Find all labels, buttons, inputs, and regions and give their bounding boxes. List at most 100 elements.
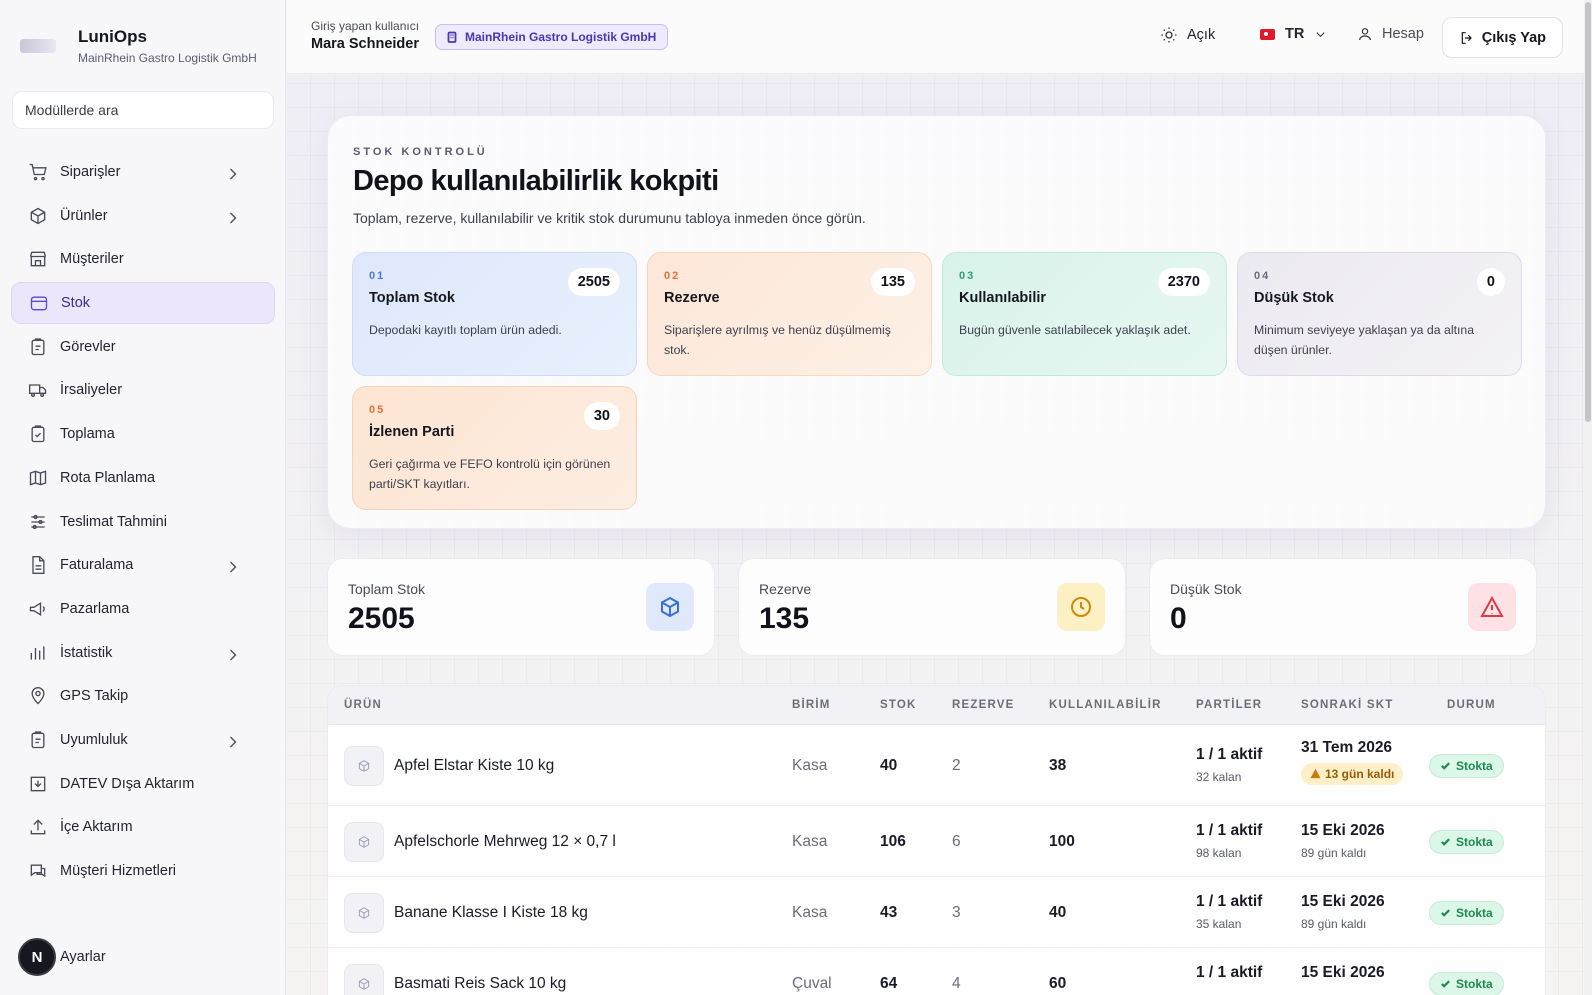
column-header-next-expiry[interactable]: SONRAKİ SKT xyxy=(1301,699,1393,711)
sidebar-item-toplama[interactable]: Toplama xyxy=(11,413,275,455)
module-search-input[interactable] xyxy=(12,91,274,129)
account-button[interactable]: Hesap xyxy=(1357,26,1424,42)
column-header-lots[interactable]: PARTİLER xyxy=(1196,699,1262,711)
kpi-number: 04 xyxy=(1254,270,1271,282)
sidebar-item-i̇çe-aktarım[interactable]: İçe Aktarım xyxy=(11,806,275,848)
check-icon xyxy=(1441,838,1450,846)
language-select[interactable]: TR xyxy=(1260,26,1328,42)
stock-cell: 64 xyxy=(880,974,898,992)
table-row[interactable]: Banane Klasse I Kiste 18 kg Kasa 43 3 40 1 / … xyxy=(328,877,1545,948)
sidebar-item-datev-dışa-aktarım[interactable]: DATEV Dışa Aktarım xyxy=(11,763,275,805)
user-name: Mara Schneider xyxy=(311,36,419,52)
status-badge: Stokta xyxy=(1429,971,1504,995)
sidebar-item-label: Faturalama xyxy=(60,557,134,574)
sidebar-item-müşteriler[interactable]: Müşteriler xyxy=(11,238,275,280)
sidebar-item-uyumluluk[interactable]: Uyumluluk xyxy=(11,719,275,761)
reserved-cell: 4 xyxy=(952,974,961,992)
kpi-description: Minimum seviyeye yaklaşan ya da altına d… xyxy=(1254,323,1475,357)
column-header-available[interactable]: KULLANILABİLİR xyxy=(1049,699,1162,711)
brand[interactable]: LuniOps MainRhein Gastro Logistik GmbH xyxy=(20,27,257,65)
stat-value: 135 xyxy=(759,602,810,635)
main-content: STOK KONTROLÜ Depo kullanılabilirlik kok… xyxy=(287,75,1584,995)
sidebar-item-görevler[interactable]: Görevler xyxy=(11,326,275,368)
kpi-card-total-stock[interactable]: 01 Toplam Stok Depodaki kayıtlı toplam ü… xyxy=(352,252,637,376)
table-row[interactable]: Apfel Elstar Kiste 10 kg Kasa 40 2 38 1 / 1 a… xyxy=(328,725,1545,806)
logout-icon xyxy=(1461,31,1472,44)
sidebar-item-i̇rsaliyeler[interactable]: İrsaliyeler xyxy=(11,369,275,411)
kpi-card-tracked-lots[interactable]: 05 İzlenen Parti Geri çağırma ve FEFO ko… xyxy=(352,386,637,510)
chevron-right-icon xyxy=(230,561,237,573)
sidebar-item-faturalama[interactable]: Faturalama xyxy=(11,544,275,586)
expiry-days-left: 89 gün kaldı xyxy=(1301,916,1367,931)
archive-icon xyxy=(30,296,48,311)
logout-button[interactable]: Çıkış Yap xyxy=(1441,17,1563,58)
sidebar-item-rota-planlama[interactable]: Rota Planlama xyxy=(11,457,275,499)
sidebar: LuniOps MainRhein Gastro Logistik GmbH S… xyxy=(0,0,286,995)
bar-chart-icon xyxy=(30,645,45,660)
kpi-value: 2505 xyxy=(567,268,620,296)
expiry-warning-badge: 13 gün kaldı xyxy=(1301,762,1404,785)
product-box-icon xyxy=(344,963,384,995)
theme-toggle-button[interactable]: Açık xyxy=(1160,26,1215,44)
sidebar-item-stok[interactable]: Stok xyxy=(11,282,275,325)
theme-label: Açık xyxy=(1187,27,1216,43)
stock-cell: 43 xyxy=(880,903,898,921)
product-name[interactable]: Apfelschorle Mehrweg 12 × 0,7 l xyxy=(394,833,616,851)
check-icon xyxy=(1441,909,1450,917)
sidebar-nav: Siparişler Ürünler Müşteriler Stok Görevler İ… xyxy=(11,151,275,894)
lots-cell: 1 / 1 aktif 35 kalan xyxy=(1196,893,1262,931)
available-cell: 100 xyxy=(1049,832,1075,850)
box-icon xyxy=(30,207,46,224)
company-name: MainRhein Gastro Logistik GmbH xyxy=(465,30,657,44)
sidebar-item-i̇statistik[interactable]: İstatistik xyxy=(11,632,275,674)
reserved-cell: 3 xyxy=(952,903,961,921)
product-name[interactable]: Apfel Elstar Kiste 10 kg xyxy=(394,757,554,775)
column-header-reserved[interactable]: REZERVE xyxy=(952,699,1015,711)
user-avatar[interactable]: N xyxy=(18,938,56,976)
kpi-card-low-stock[interactable]: 04 Düşük Stok Minimum seviyeye yaklaşan … xyxy=(1237,252,1522,376)
sidebar-item-müşteri-hizmetleri[interactable]: Müşteri Hizmetleri xyxy=(11,850,275,892)
lots-cell: 1 / 1 aktif 98 kalan xyxy=(1196,822,1262,860)
stock-table: ÜRÜN BİRİM STOK REZERVE KULLANILABİLİR P… xyxy=(327,685,1546,995)
chevron-right-icon xyxy=(230,649,237,661)
store-icon xyxy=(29,252,47,267)
lots-active: 1 / 1 aktif xyxy=(1196,963,1263,981)
sidebar-item-label: Stok xyxy=(61,295,91,312)
kpi-description: Bugün güvenle satılabilecek yaklaşık ade… xyxy=(959,323,1191,337)
page-scrollbar[interactable] xyxy=(1584,0,1592,995)
available-cell: 38 xyxy=(1049,756,1067,774)
expiry-date: 31 Tem 2026 xyxy=(1301,738,1393,756)
product-name[interactable]: Banane Klasse I Kiste 18 kg xyxy=(394,904,588,922)
settings-link[interactable]: N Ayarlar xyxy=(18,938,106,976)
sidebar-item-siparişler[interactable]: Siparişler xyxy=(11,151,275,193)
map-icon xyxy=(29,470,47,486)
check-icon xyxy=(1441,762,1450,770)
column-header-product[interactable]: ÜRÜN xyxy=(344,699,382,711)
lots-active: 1 / 1 aktif xyxy=(1196,892,1263,910)
column-header-unit[interactable]: BİRİM xyxy=(792,699,831,711)
sidebar-item-ürünler[interactable]: Ürünler xyxy=(11,195,275,237)
table-row[interactable]: Basmati Reis Sack 10 kg Çuval 64 4 60 1 / 1 a… xyxy=(328,948,1545,995)
user-label: Giriş yapan kullanıcı xyxy=(311,19,420,33)
table-row[interactable]: Apfelschorle Mehrweg 12 × 0,7 l Kasa 106 6 1… xyxy=(328,806,1545,877)
sidebar-item-label: İstatistik xyxy=(60,644,113,661)
company-badge[interactable]: MainRhein Gastro Logistik GmbH xyxy=(435,24,669,50)
sidebar-item-teslimat-tahmini[interactable]: Teslimat Tahmini xyxy=(11,501,275,543)
page-description: Toplam, rezerve, kullanılabilir ve kriti… xyxy=(353,210,866,226)
sidebar-item-pazarlama[interactable]: Pazarlama xyxy=(11,588,275,630)
column-header-stock[interactable]: STOK xyxy=(880,699,917,711)
column-header-status[interactable]: DURUM xyxy=(1447,699,1496,711)
next-expiry-cell: 15 Eki 2026 xyxy=(1301,964,1385,988)
product-name[interactable]: Basmati Reis Sack 10 kg xyxy=(394,975,566,993)
scrollbar-thumb[interactable] xyxy=(1585,2,1591,422)
kpi-card-available[interactable]: 03 Kullanılabilir Bugün güvenle satılabi… xyxy=(942,252,1227,376)
sidebar-item-label: Uyumluluk xyxy=(60,731,128,748)
product-box-icon xyxy=(344,745,384,786)
sidebar-item-gps-takip[interactable]: GPS Takip xyxy=(11,675,275,717)
chat-icon xyxy=(30,864,46,878)
stock-cell: 106 xyxy=(880,832,906,850)
clipboard-icon xyxy=(31,338,45,355)
chevron-down-icon xyxy=(1316,31,1325,37)
kpi-card-reserved[interactable]: 02 Rezerve Siparişlere ayrılmış ve henüz… xyxy=(647,252,932,376)
stat-label: Rezerve xyxy=(759,581,812,597)
